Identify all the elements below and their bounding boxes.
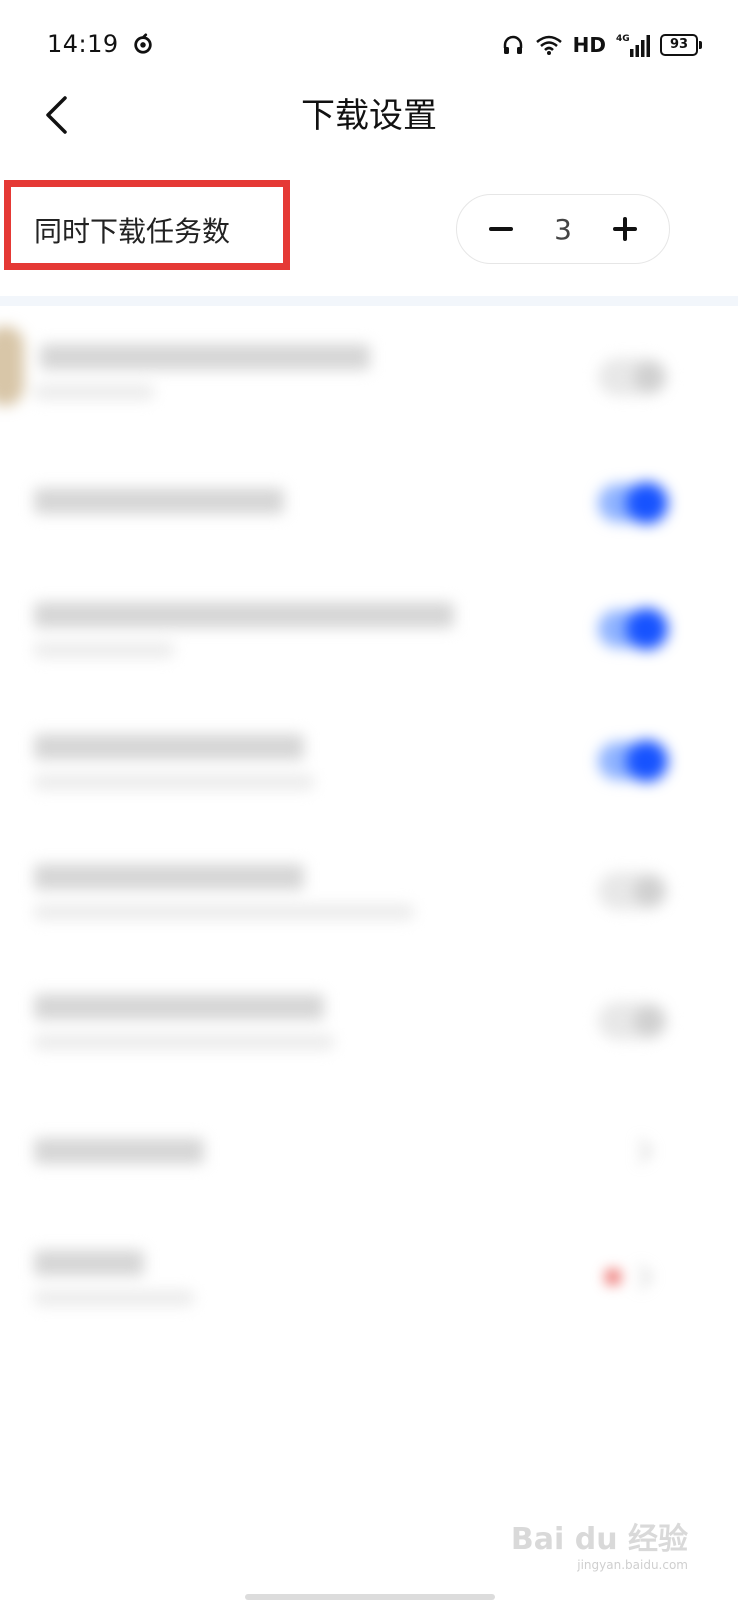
concurrent-tasks-stepper: 3 (456, 194, 670, 264)
chevron-right-icon (639, 1139, 652, 1163)
toggle-switch[interactable] (598, 740, 668, 782)
increment-button[interactable] (611, 215, 639, 243)
setting-item-2[interactable] (0, 478, 738, 578)
setting-item-8[interactable] (0, 1244, 738, 1344)
headset-icon (503, 35, 522, 54)
obscured-title (34, 864, 304, 890)
obscured-subtitle (34, 904, 414, 920)
watermark-brand: Bai du 经验 (510, 1522, 688, 1557)
setting-item-7[interactable] (0, 1128, 738, 1208)
network-type-label: HD (572, 33, 606, 57)
toggle-switch[interactable] (598, 482, 668, 524)
obscured-title (34, 1250, 144, 1276)
page-title: 下载设置 (301, 96, 437, 136)
concurrent-tasks-label: 同时下载任务数 (34, 215, 231, 248)
section-divider (0, 296, 738, 306)
header: 下载设置 (0, 92, 738, 192)
obscured-subtitle (34, 642, 174, 658)
setting-item-4[interactable] (0, 730, 738, 840)
obscured-title (34, 602, 454, 628)
new-badge-dot (606, 1270, 620, 1284)
toggle-switch[interactable] (598, 358, 668, 396)
chevron-right-icon (639, 1265, 652, 1289)
home-indicator[interactable] (245, 1594, 495, 1600)
setting-item-6[interactable] (0, 990, 738, 1100)
obscured-subtitle (34, 384, 154, 400)
obscured-subtitle (34, 1290, 194, 1306)
cellular-label: 4G (616, 34, 630, 44)
status-bar: 14:19 HD 4G 93 (0, 0, 738, 92)
obscured-title (34, 1138, 204, 1164)
status-icons: HD 4G 93 (501, 28, 702, 62)
toggle-switch[interactable] (598, 608, 668, 650)
plus-icon (612, 217, 637, 241)
obscured-title (34, 734, 304, 760)
baidu-jingyan-watermark: Bai du 经验 jingyan.baidu.com (511, 1514, 688, 1572)
setting-item-3[interactable] (0, 598, 738, 708)
wifi-icon (535, 35, 562, 55)
concurrent-tasks-row: 同时下载任务数 3 (0, 180, 738, 280)
watermark-site: jingyan.baidu.com (577, 1558, 688, 1572)
minus-icon (489, 227, 513, 231)
toggle-switch[interactable] (598, 1002, 668, 1040)
status-time: 14:19 (47, 30, 119, 58)
battery-level: 93 (669, 37, 689, 52)
netease-music-icon (134, 33, 152, 54)
stepper-value: 3 (554, 212, 572, 246)
obscured-subtitle (34, 1034, 334, 1050)
obscured-subtitle (34, 774, 314, 790)
setting-item-5[interactable] (0, 860, 738, 970)
decrement-button[interactable] (487, 215, 515, 243)
obscured-title (34, 994, 324, 1020)
toggle-switch[interactable] (598, 872, 668, 910)
cellular-signal-icon: 4G (616, 34, 650, 57)
obscured-title (34, 488, 284, 514)
obscured-title (40, 344, 370, 370)
setting-item-1[interactable] (0, 334, 738, 454)
battery-icon: 93 (660, 34, 702, 56)
